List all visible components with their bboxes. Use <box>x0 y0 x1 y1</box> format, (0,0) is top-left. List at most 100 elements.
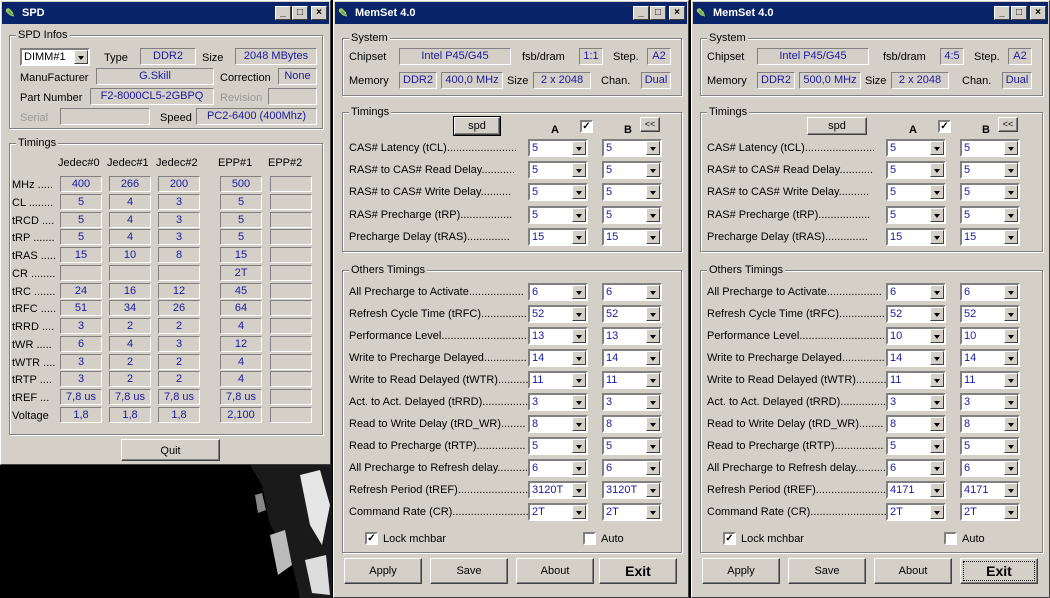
timing-b-select[interactable]: 5 <box>960 183 1020 202</box>
timing-b-select[interactable]: 15 <box>960 227 1020 246</box>
other-timing-b-select[interactable]: 2T <box>602 502 662 521</box>
chevron-down-icon[interactable] <box>1004 185 1018 200</box>
chevron-down-icon[interactable] <box>572 350 586 365</box>
spd-titlebar[interactable]: ✎ SPD _ □ × <box>2 2 329 24</box>
other-timing-a-select[interactable]: 52 <box>528 304 588 323</box>
chevron-down-icon[interactable] <box>930 482 944 497</box>
other-timing-a-select[interactable]: 5 <box>886 436 946 455</box>
chevron-down-icon[interactable] <box>646 185 660 200</box>
other-timing-b-select[interactable]: 13 <box>602 326 662 345</box>
timing-a-select[interactable]: 5 <box>528 139 588 157</box>
close-button[interactable]: × <box>1030 6 1046 20</box>
other-timing-a-select[interactable]: 5 <box>528 436 588 455</box>
spd-button[interactable]: spd <box>453 116 501 136</box>
chevron-down-icon[interactable] <box>572 460 586 475</box>
chevron-down-icon[interactable] <box>572 482 586 497</box>
chevron-down-icon[interactable] <box>1004 372 1018 387</box>
other-timing-a-select[interactable]: 6 <box>528 283 588 301</box>
chevron-down-icon[interactable] <box>930 141 944 155</box>
other-timing-b-select[interactable]: 8 <box>960 414 1020 433</box>
other-timing-a-select[interactable]: 3120T <box>528 480 588 499</box>
other-timing-b-select[interactable]: 8 <box>602 414 662 433</box>
about-button[interactable]: About <box>516 558 594 584</box>
chevron-down-icon[interactable] <box>646 460 660 475</box>
other-timing-b-select[interactable]: 10 <box>960 326 1020 345</box>
other-timing-a-select[interactable]: 2T <box>528 502 588 521</box>
other-timing-b-select[interactable]: 4171 <box>960 480 1020 499</box>
timing-a-select[interactable]: 5 <box>528 161 588 180</box>
chevron-down-icon[interactable] <box>1004 285 1018 299</box>
auto-checkbox[interactable] <box>944 532 957 545</box>
timing-b-select[interactable]: 15 <box>602 227 662 246</box>
chevron-down-icon[interactable] <box>1004 482 1018 497</box>
other-timing-b-select[interactable]: 14 <box>602 348 662 367</box>
timing-b-select[interactable]: 5 <box>602 183 662 202</box>
other-timing-b-select[interactable]: 2T <box>960 502 1020 521</box>
timing-b-select[interactable]: 5 <box>960 139 1020 157</box>
chevron-down-icon[interactable] <box>1004 328 1018 343</box>
other-timing-a-select[interactable]: 3 <box>528 392 588 411</box>
chevron-down-icon[interactable] <box>930 438 944 453</box>
other-timing-b-select[interactable]: 6 <box>960 458 1020 477</box>
chevron-down-icon[interactable] <box>930 207 944 222</box>
other-timing-a-select[interactable]: 6 <box>528 458 588 477</box>
chevron-down-icon[interactable] <box>646 285 660 299</box>
timing-a-select[interactable]: 5 <box>886 161 946 180</box>
timing-b-select[interactable]: 5 <box>602 205 662 224</box>
quit-button[interactable]: Quit <box>121 439 220 461</box>
collapse-button[interactable]: << <box>998 117 1018 132</box>
chevron-down-icon[interactable] <box>646 306 660 321</box>
chevron-down-icon[interactable] <box>1004 416 1018 431</box>
other-timing-b-select[interactable]: 52 <box>602 304 662 323</box>
chevron-down-icon[interactable] <box>572 328 586 343</box>
other-timing-a-select[interactable]: 10 <box>886 326 946 345</box>
other-timing-a-select[interactable]: 6 <box>886 283 946 301</box>
timing-a-select[interactable]: 15 <box>886 227 946 246</box>
chevron-down-icon[interactable] <box>646 350 660 365</box>
chevron-down-icon[interactable] <box>1004 394 1018 409</box>
save-button[interactable]: Save <box>788 558 866 584</box>
link-ab-checkbox[interactable]: ✓ <box>580 120 593 133</box>
timing-b-select[interactable]: 5 <box>602 161 662 180</box>
maximize-button[interactable]: □ <box>650 6 666 20</box>
chevron-down-icon[interactable] <box>1004 438 1018 453</box>
other-timing-a-select[interactable]: 4171 <box>886 480 946 499</box>
other-timing-a-select[interactable]: 52 <box>886 304 946 323</box>
chevron-down-icon[interactable] <box>1004 229 1018 244</box>
close-button[interactable]: × <box>311 6 327 20</box>
chevron-down-icon[interactable] <box>930 306 944 321</box>
chevron-down-icon[interactable] <box>930 394 944 409</box>
chevron-down-icon[interactable] <box>930 328 944 343</box>
chevron-down-icon[interactable] <box>572 141 586 155</box>
auto-checkbox[interactable] <box>583 532 596 545</box>
minimize-button[interactable]: _ <box>994 6 1010 20</box>
chevron-down-icon[interactable] <box>1004 306 1018 321</box>
chevron-down-icon[interactable] <box>572 438 586 453</box>
chevron-down-icon[interactable] <box>930 185 944 200</box>
timing-a-select[interactable]: 15 <box>528 227 588 246</box>
chevron-down-icon[interactable] <box>572 504 586 519</box>
chevron-down-icon[interactable] <box>1004 163 1018 178</box>
chevron-down-icon[interactable] <box>930 350 944 365</box>
minimize-button[interactable]: _ <box>275 6 291 20</box>
dimm-select[interactable]: DIMM#1 <box>20 48 90 66</box>
other-timing-b-select[interactable]: 3 <box>602 392 662 411</box>
close-button[interactable]: × <box>669 6 685 20</box>
chevron-down-icon[interactable] <box>930 372 944 387</box>
chevron-down-icon[interactable] <box>1004 350 1018 365</box>
about-button[interactable]: About <box>874 558 952 584</box>
chevron-down-icon[interactable] <box>572 229 586 244</box>
other-timing-b-select[interactable]: 11 <box>602 370 662 389</box>
chevron-down-icon[interactable] <box>646 504 660 519</box>
chevron-down-icon[interactable] <box>930 416 944 431</box>
chevron-down-icon[interactable] <box>572 163 586 178</box>
chevron-down-icon[interactable] <box>74 50 88 64</box>
chevron-down-icon[interactable] <box>646 372 660 387</box>
chevron-down-icon[interactable] <box>646 394 660 409</box>
chevron-down-icon[interactable] <box>572 416 586 431</box>
other-timing-b-select[interactable]: 6 <box>602 283 662 301</box>
chevron-down-icon[interactable] <box>572 372 586 387</box>
chevron-down-icon[interactable] <box>572 394 586 409</box>
other-timing-b-select[interactable]: 52 <box>960 304 1020 323</box>
timing-b-select[interactable]: 5 <box>960 205 1020 224</box>
